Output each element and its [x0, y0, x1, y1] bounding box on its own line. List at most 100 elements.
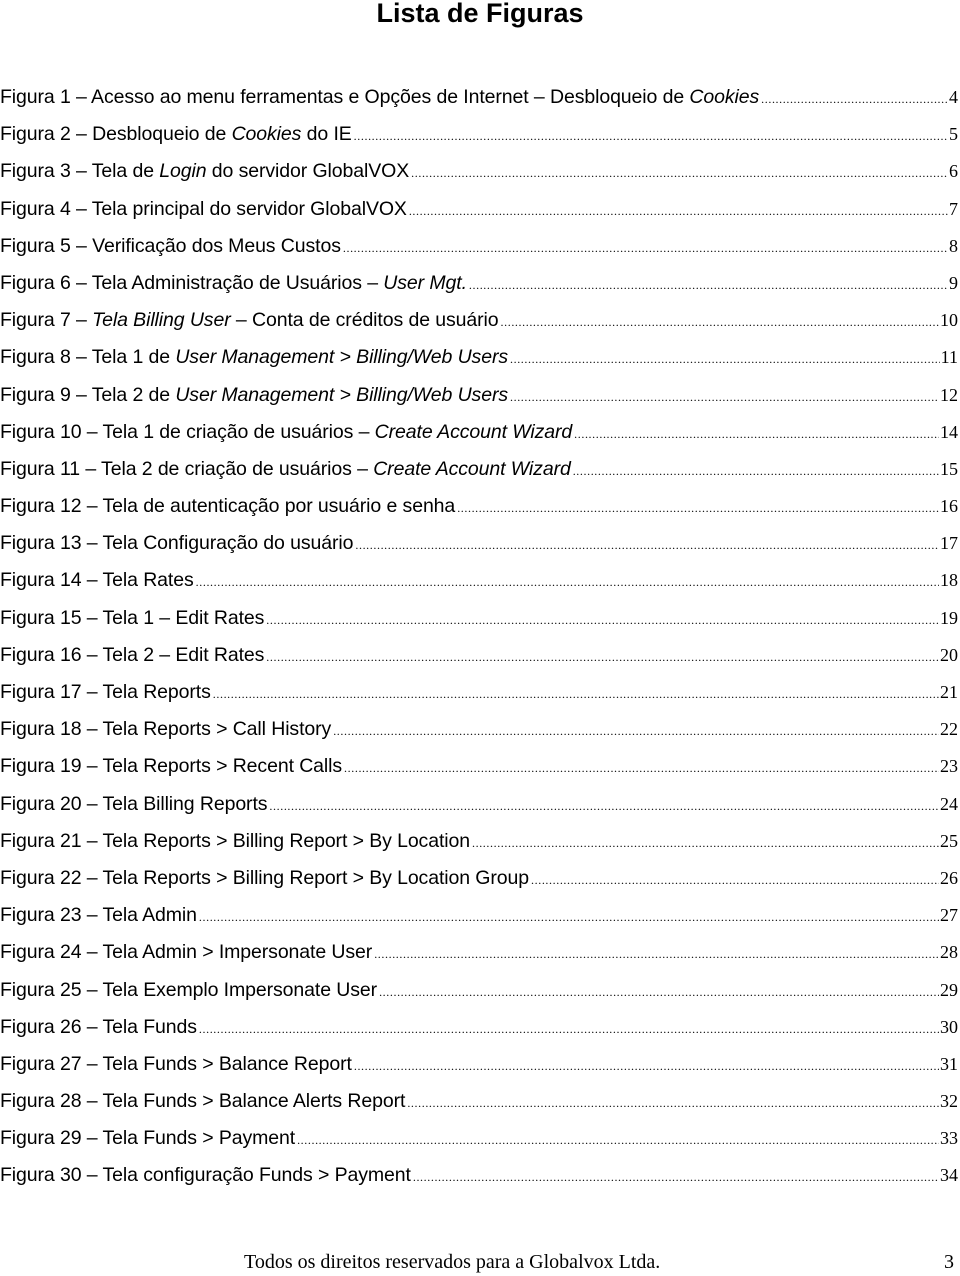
- toc-entry-label: Figura 17 – Tela Reports: [0, 674, 211, 711]
- label-text: – Conta de créditos de usuário: [230, 309, 499, 332]
- toc-entry[interactable]: Figura 17 – Tela Reports 21: [0, 674, 958, 711]
- toc-entry[interactable]: Figura 10 – Tela 1 de criação de usuário…: [0, 414, 958, 451]
- toc-entry[interactable]: Figura 22 – Tela Reports > Billing Repor…: [0, 860, 958, 897]
- toc-entry[interactable]: Figura 11 – Tela 2 de criação de usuário…: [0, 451, 958, 488]
- toc-entry[interactable]: Figura 30 – Tela configuração Funds > Pa…: [0, 1157, 958, 1194]
- toc-entry[interactable]: Figura 3 – Tela de Login do servidor Glo…: [0, 153, 958, 190]
- toc-entry-page-number: 7: [949, 198, 958, 219]
- toc-entry-page-number: 9: [949, 272, 958, 293]
- toc-entry-label: Figura 13 – Tela Configuração do usuário: [0, 525, 353, 562]
- toc-entry[interactable]: Figura 27 – Tela Funds > Balance Report …: [0, 1046, 958, 1083]
- toc-entry[interactable]: Figura 26 – Tela Funds 30: [0, 1009, 958, 1046]
- dot-leader: [374, 936, 939, 973]
- italic-term: Cookies: [689, 86, 760, 108]
- label-text: Figura 30 – Tela configuração Funds > Pa…: [0, 1164, 411, 1187]
- label-text: Figura 24 – Tela Admin > Impersonate Use…: [0, 941, 373, 964]
- toc-entry-label: Figura 12 – Tela de autenticação por usu…: [0, 488, 455, 525]
- toc-entry[interactable]: Figura 9 – Tela 2 de User Management > B…: [0, 377, 958, 414]
- toc-entry[interactable]: Figura 29 – Tela Funds > Payment 33: [0, 1120, 958, 1157]
- dot-leader: [355, 527, 939, 564]
- toc-entry-label: Figura 18 – Tela Reports > Call History: [0, 711, 331, 748]
- toc-entry[interactable]: Figura 14 – Tela Rates 18: [0, 562, 958, 599]
- italic-term: User Management > Billing/Web Users: [175, 346, 508, 369]
- toc-entry-label: Figura 11 – Tela 2 de criação de usuário…: [0, 451, 571, 488]
- dot-leader: [413, 1159, 939, 1196]
- toc-entry[interactable]: Figura 16 – Tela 2 – Edit Rates 20: [0, 637, 958, 674]
- label-text: do servidor GlobalVOX: [206, 160, 410, 183]
- toc-entry[interactable]: Figura 5 – Verificação dos Meus Custos 8: [0, 228, 958, 265]
- toc-entry-page-number: 32: [940, 1091, 958, 1112]
- toc-entry-page-number: 17: [940, 533, 958, 554]
- dot-leader: [411, 155, 948, 192]
- label-text: Figura 15 – Tela 1 – Edit Rates: [0, 606, 265, 629]
- italic-term: Create Account Wizard: [373, 457, 571, 480]
- toc-entry-label: Figura 22 – Tela Reports > Billing Repor…: [0, 860, 529, 897]
- dot-leader: [343, 230, 948, 267]
- toc-entry-page-number: 16: [940, 496, 958, 517]
- italic-term: User Management > Billing/Web Users: [175, 383, 508, 406]
- toc-entry-page-number: 14: [940, 421, 958, 442]
- toc-entry[interactable]: Figura 25 – Tela Exemplo Impersonate Use…: [0, 972, 958, 1009]
- dot-leader: [573, 453, 939, 490]
- label-text: Figura 12 – Tela de autenticação por usu…: [0, 495, 456, 518]
- label-text: Figura 23 – Tela Admin: [0, 904, 197, 927]
- dot-leader: [457, 490, 939, 527]
- toc-entry-page-number: 25: [940, 830, 958, 851]
- toc-entry-label: Figura 27 – Tela Funds > Balance Report: [0, 1046, 352, 1083]
- toc-entry[interactable]: Figura 18 – Tela Reports > Call History 2…: [0, 711, 958, 748]
- toc-entry[interactable]: Figura 23 – Tela Admin 27: [0, 897, 958, 934]
- toc-entry[interactable]: Figura 2 – Desbloqueio de Cookies do IE 5: [0, 116, 958, 153]
- dot-leader: [472, 825, 939, 862]
- toc-entry-label: Figura 29 – Tela Funds > Payment: [0, 1120, 295, 1157]
- toc-entry[interactable]: Figura 19 – Tela Reports > Recent Calls …: [0, 748, 958, 785]
- dot-leader: [409, 193, 948, 230]
- toc-entry-page-number: 26: [940, 867, 958, 888]
- toc-entry-page-number: 22: [940, 719, 958, 740]
- toc-entry-label: Figura 24 – Tela Admin > Impersonate Use…: [0, 934, 372, 971]
- toc-entry[interactable]: Figura 6 – Tela Administração de Usuário…: [0, 265, 958, 302]
- toc-entry[interactable]: Figura 8 – Tela 1 de User Management > B…: [0, 339, 958, 376]
- toc-entry[interactable]: Figura 1 – Acesso ao menu ferramentas e …: [0, 79, 958, 116]
- toc-entry[interactable]: Figura 24 – Tela Admin > Impersonate Use…: [0, 934, 958, 971]
- label-text: Figura 13 – Tela Configuração do usuário: [0, 532, 354, 555]
- toc-entry-label: Figura 21 – Tela Reports > Billing Repor…: [0, 823, 470, 860]
- toc-entry[interactable]: Figura 12 – Tela de autenticação por usu…: [0, 488, 958, 525]
- dot-leader: [510, 379, 939, 416]
- toc-entry-label: Figura 9 – Tela 2 de User Management > B…: [0, 377, 508, 414]
- dot-leader: [574, 416, 939, 453]
- toc-entry-label: Figura 3 – Tela de Login do servidor Glo…: [0, 153, 409, 190]
- toc-entry[interactable]: Figura 21 – Tela Reports > Billing Repor…: [0, 823, 958, 860]
- label-text: Figura 28 – Tela Funds > Balance Alerts …: [0, 1090, 406, 1113]
- toc-entry-page-number: 18: [940, 570, 958, 591]
- page-title: Lista de Figuras: [376, 0, 584, 28]
- toc-entry-page-number: 24: [940, 793, 958, 814]
- toc-entry[interactable]: Figura 15 – Tela 1 – Edit Rates 19: [0, 600, 958, 637]
- dot-leader: [269, 788, 939, 825]
- dot-leader: [196, 564, 939, 601]
- label-text: Figura 22 – Tela Reports > Billing Repor…: [0, 866, 530, 889]
- toc-entry-label: Figura 1 – Acesso ao menu ferramentas e …: [0, 79, 759, 116]
- italic-term: User Mgt.: [383, 271, 467, 294]
- toc-entry[interactable]: Figura 13 – Tela Configuração do usuário…: [0, 525, 958, 562]
- toc-entry-page-number: 31: [940, 1053, 958, 1074]
- toc-entry-page-number: 34: [940, 1165, 958, 1186]
- toc-entry-page-number: 19: [940, 607, 958, 628]
- toc-entry[interactable]: Figura 28 – Tela Funds > Balance Alerts …: [0, 1083, 958, 1120]
- label-text: Figura 5 – Verificação dos Meus Custos: [0, 234, 341, 257]
- toc-entry-label: Figura 14 – Tela Rates: [0, 562, 194, 599]
- label-text: Figura 29 – Tela Funds > Payment: [0, 1127, 296, 1150]
- dot-leader: [469, 267, 948, 304]
- toc-entry-label: Figura 10 – Tela 1 de criação de usuário…: [0, 414, 572, 451]
- toc-entry[interactable]: Figura 7 – Tela Billing User – Conta de …: [0, 302, 958, 339]
- dot-leader: [354, 118, 948, 155]
- italic-term: Tela Billing User: [92, 309, 231, 332]
- dot-leader: [379, 974, 939, 1011]
- toc-entry-label: Figura 19 – Tela Reports > Recent Calls: [0, 748, 342, 785]
- label-text: Figura 16 – Tela 2 – Edit Rates: [0, 643, 265, 666]
- toc-entry-page-number: 20: [940, 644, 958, 665]
- toc-entry[interactable]: Figura 4 – Tela principal do servidor Gl…: [0, 191, 958, 228]
- toc-entry[interactable]: Figura 20 – Tela Billing Reports 24: [0, 786, 958, 823]
- label-text: Figura 14 – Tela Rates: [0, 569, 194, 592]
- italic-term: Create Account Wizard: [374, 420, 573, 443]
- dot-leader: [501, 304, 939, 341]
